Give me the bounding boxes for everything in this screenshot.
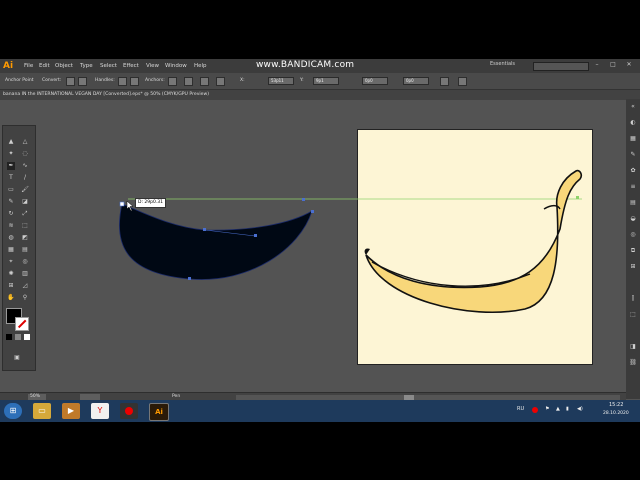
- record-tray-icon[interactable]: [532, 407, 538, 413]
- anchor-point[interactable]: [311, 210, 314, 213]
- anchor-point[interactable]: [302, 198, 305, 201]
- anchor-point[interactable]: [203, 228, 206, 231]
- anchor-point[interactable]: [188, 277, 191, 280]
- language-indicator[interactable]: RU: [517, 406, 524, 412]
- start-button[interactable]: ⊞: [4, 403, 22, 419]
- network-icon[interactable]: ▮: [566, 406, 569, 412]
- banana-illustration: [365, 169, 583, 313]
- clock-time[interactable]: 15:22: [609, 402, 623, 408]
- windows-taskbar: ⊞ ▭ ▶ Y Ai RU ⚑ ▲ ▮ ◀) 15:22 28.10.2020: [0, 400, 640, 422]
- drawn-banana-path[interactable]: [118, 203, 313, 280]
- handle-point[interactable]: [254, 234, 257, 237]
- canvas-artwork: [118, 169, 583, 313]
- tray-up-icon[interactable]: ▲: [556, 406, 560, 412]
- explorer-icon[interactable]: ▭: [33, 403, 51, 419]
- clock-date[interactable]: 28.10.2020: [603, 411, 629, 416]
- yandex-browser-icon[interactable]: Y: [91, 403, 109, 419]
- illustrator-taskbar-icon[interactable]: Ai: [149, 403, 169, 421]
- tray-flag-icon[interactable]: ⚑: [545, 406, 549, 412]
- bandicam-icon[interactable]: [120, 403, 138, 419]
- media-player-icon[interactable]: ▶: [62, 403, 80, 419]
- screen: Ai File Edit Object Type Select Effect V…: [0, 59, 640, 422]
- banana-tip: [364, 248, 370, 255]
- anchor-point[interactable]: [119, 201, 125, 207]
- guide-anchor: [576, 196, 579, 199]
- volume-icon[interactable]: ◀): [577, 406, 583, 412]
- distance-tooltip: D: 29p0.31: [135, 198, 167, 208]
